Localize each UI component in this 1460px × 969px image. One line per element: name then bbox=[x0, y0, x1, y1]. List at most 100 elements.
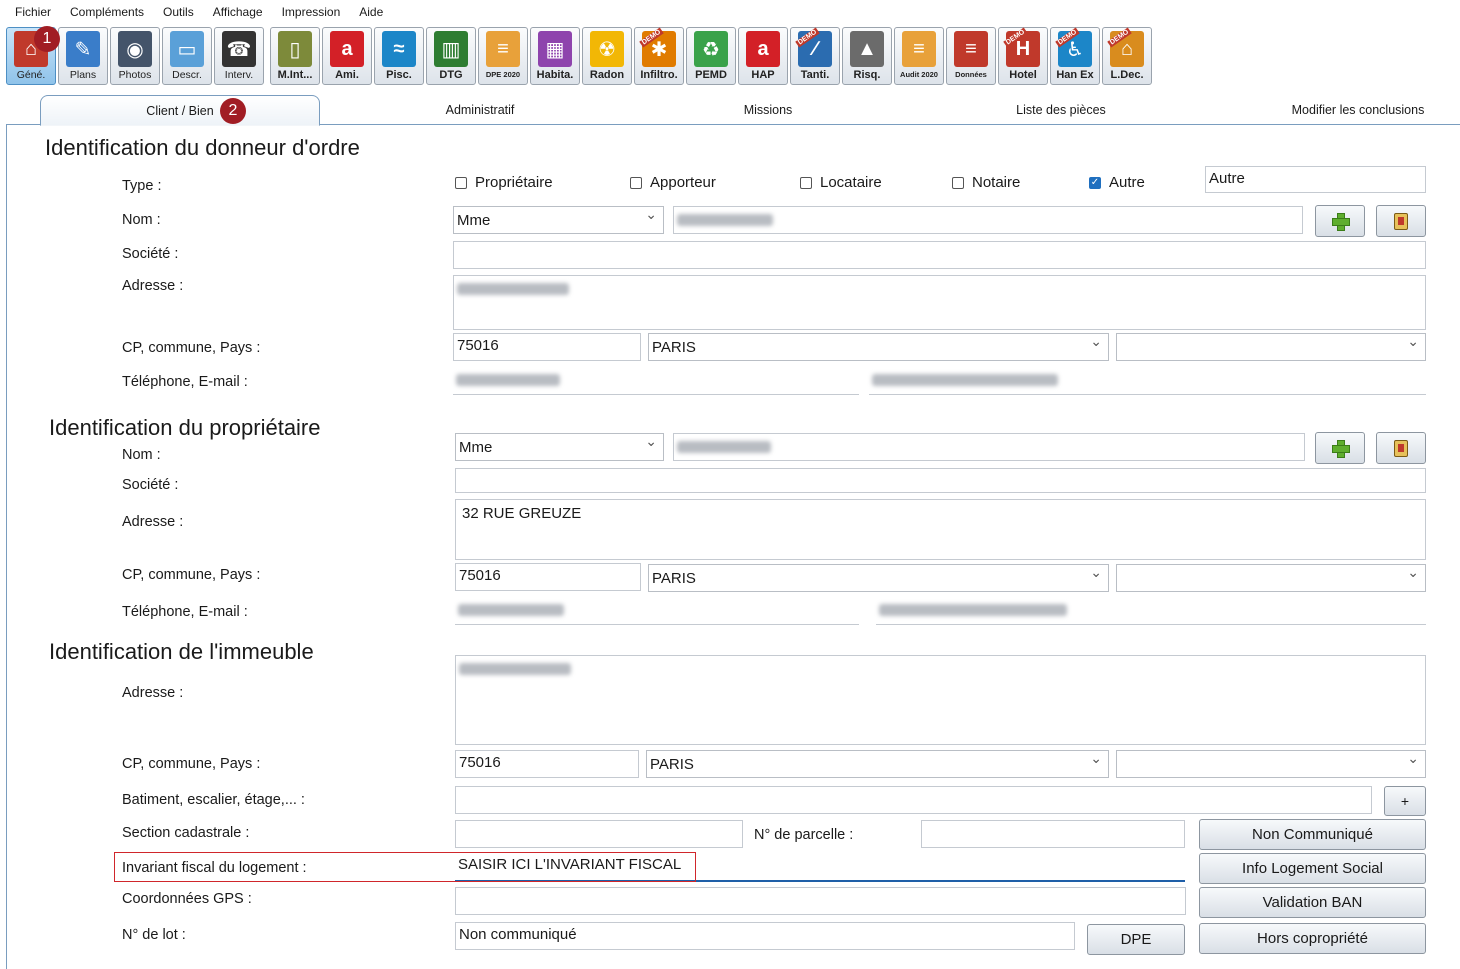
toolbar-button-plans[interactable]: ✎ Plans bbox=[58, 27, 108, 85]
section-cadastrale-input[interactable] bbox=[455, 820, 743, 848]
section-title-donneur: Identification du donneur d'ordre bbox=[45, 135, 360, 160]
toolbar-button-label: DTG bbox=[439, 69, 463, 81]
toolbar-button-pisc[interactable]: ≈ Pisc. bbox=[374, 27, 424, 85]
nom-input[interactable] bbox=[673, 206, 1303, 234]
toolbar-button-risq[interactable]: ▲ Risq. bbox=[842, 27, 892, 85]
toolbar-button-pemd[interactable]: ♻ PEMD bbox=[686, 27, 736, 85]
parcelle-input[interactable] bbox=[921, 820, 1185, 848]
toolbar-button-habita[interactable]: ▦ Habita. bbox=[530, 27, 580, 85]
commune-select[interactable]: PARIS bbox=[648, 333, 1109, 361]
gps-input[interactable] bbox=[455, 887, 1186, 915]
nom-label: Nom : bbox=[122, 447, 161, 463]
telephone-input[interactable] bbox=[455, 597, 859, 625]
calculator-icon: ▦ bbox=[538, 31, 572, 67]
checkbox-locataire[interactable]: Locataire bbox=[800, 174, 882, 191]
lot-input[interactable]: Non communiqué bbox=[455, 922, 1075, 950]
commune-select[interactable]: PARIS bbox=[646, 750, 1109, 778]
info-logement-social-button[interactable]: Info Logement Social bbox=[1199, 853, 1426, 884]
cp-label: CP, commune, Pays : bbox=[122, 340, 261, 356]
toolbar-button-infiltro[interactable]: DEMO ✱ Infiltro. bbox=[634, 27, 684, 85]
societe-input[interactable] bbox=[455, 468, 1426, 493]
asbestos-icon: a bbox=[330, 31, 364, 67]
add-batiment-button[interactable]: + bbox=[1384, 786, 1426, 816]
redacted-text bbox=[457, 283, 569, 295]
adresse-textarea[interactable] bbox=[455, 655, 1426, 745]
email-input[interactable] bbox=[869, 367, 1426, 395]
toolbar-button-dpe-2020[interactable]: ≡ DPE 2020 bbox=[478, 27, 528, 85]
address-book-button[interactable] bbox=[1376, 205, 1426, 237]
add-contact-button[interactable] bbox=[1315, 205, 1365, 237]
menu-complements[interactable]: Compléments bbox=[63, 5, 151, 19]
pays-select[interactable] bbox=[1116, 333, 1426, 361]
toolbar-button-hotel[interactable]: DEMO H Hotel bbox=[998, 27, 1048, 85]
checkbox-autre[interactable]: ✓ Autre bbox=[1089, 174, 1145, 191]
toolbar-button-audit-2020[interactable]: ≡ Audit 2020 bbox=[894, 27, 944, 85]
menu-aide[interactable]: Aide bbox=[352, 5, 390, 19]
plan-icon: ✎ bbox=[66, 31, 100, 67]
hors-copropriete-button[interactable]: Hors copropriété bbox=[1199, 923, 1426, 954]
toolbar-button-l-dec[interactable]: DEMO ⌂ L.Dec. bbox=[1102, 27, 1152, 85]
email-input[interactable] bbox=[876, 597, 1426, 625]
non-communique-button[interactable]: Non Communiqué bbox=[1199, 819, 1426, 850]
redacted-text bbox=[879, 604, 1067, 616]
toolbar-button-label: M.Int... bbox=[277, 69, 313, 81]
adresse-textarea[interactable] bbox=[453, 275, 1426, 330]
menu-impression[interactable]: Impression bbox=[275, 5, 348, 19]
autre-input[interactable]: Autre bbox=[1205, 166, 1426, 193]
toolbar-button-donn-es[interactable]: ≡ Données bbox=[946, 27, 996, 85]
toolbar-button-ami[interactable]: a Ami. bbox=[322, 27, 372, 85]
checkbox-apporteur[interactable]: Apporteur bbox=[630, 174, 716, 191]
civilite-select[interactable]: Mme bbox=[455, 433, 664, 461]
checkbox-box bbox=[455, 176, 467, 189]
menu-bar: Fichier Compléments Outils Affichage Imp… bbox=[0, 0, 1460, 24]
toolbar-button-hap[interactable]: a HAP bbox=[738, 27, 788, 85]
tab-modifier-conclusions[interactable]: Modifier les conclusions bbox=[1276, 95, 1440, 125]
checkbox-apporteur-label: Apporteur bbox=[650, 174, 716, 191]
validation-ban-button[interactable]: Validation BAN bbox=[1199, 887, 1426, 918]
tab-administratif[interactable]: Administratif bbox=[410, 95, 550, 125]
address-book-button[interactable] bbox=[1376, 432, 1426, 464]
pays-select[interactable] bbox=[1116, 750, 1426, 778]
telephone-input[interactable] bbox=[453, 367, 859, 395]
checkbox-proprietaire-label: Propriétaire bbox=[475, 174, 553, 191]
cp-input[interactable]: 75016 bbox=[455, 563, 641, 591]
toolbar-button-m-int[interactable]: ▯ M.Int... bbox=[270, 27, 320, 85]
adresse-label: Adresse : bbox=[122, 278, 184, 294]
toolbar-button-photos[interactable]: ◉ Photos bbox=[110, 27, 160, 85]
toolbar-button-interv[interactable]: ☎ Interv. bbox=[214, 27, 264, 85]
tab-liste-pieces[interactable]: Liste des pièces bbox=[996, 95, 1126, 125]
batiment-input[interactable] bbox=[455, 786, 1372, 814]
checkbox-proprietaire[interactable]: Propriétaire bbox=[455, 174, 553, 191]
toolbar-button-label: Habita. bbox=[536, 69, 574, 81]
gps-label: Coordonnées GPS : bbox=[122, 891, 252, 907]
dpe-button[interactable]: DPE bbox=[1087, 924, 1185, 955]
toolbar-button-tanti[interactable]: DEMO ∕ Tanti. bbox=[790, 27, 840, 85]
adresse-textarea[interactable]: 32 RUE GREUZE bbox=[455, 499, 1426, 560]
redacted-text bbox=[677, 214, 773, 226]
toolbar-button-han-ex[interactable]: DEMO ♿ Han Ex bbox=[1050, 27, 1100, 85]
add-contact-button[interactable] bbox=[1315, 432, 1365, 464]
menu-fichier[interactable]: Fichier bbox=[8, 5, 58, 19]
nom-input[interactable] bbox=[673, 433, 1305, 461]
tab-missions[interactable]: Missions bbox=[706, 95, 830, 125]
societe-input[interactable] bbox=[453, 241, 1426, 269]
cp-input[interactable]: 75016 bbox=[453, 333, 641, 361]
cp-label: CP, commune, Pays : bbox=[122, 567, 261, 583]
toolbar-button-descr[interactable]: ▭ Descr. bbox=[162, 27, 212, 85]
toolbar-button-dtg[interactable]: ▥ DTG bbox=[426, 27, 476, 85]
menu-outils[interactable]: Outils bbox=[156, 5, 201, 19]
commune-select[interactable]: PARIS bbox=[648, 564, 1109, 592]
toolbar-button-radon[interactable]: ☢ Radon bbox=[582, 27, 632, 85]
tab-client-bien-label: Client / Bien bbox=[146, 103, 214, 118]
menu-affichage[interactable]: Affichage bbox=[206, 5, 270, 19]
checkbox-notaire[interactable]: Notaire bbox=[952, 174, 1020, 191]
pays-select[interactable] bbox=[1116, 564, 1426, 592]
toolbar-button-label: Données bbox=[955, 70, 987, 79]
cp-input[interactable]: 75016 bbox=[455, 750, 639, 778]
toolbar-button-label: Géné. bbox=[16, 69, 46, 81]
description-icon: ▭ bbox=[170, 31, 204, 67]
tab-client-bien[interactable]: Client / Bien bbox=[40, 95, 320, 126]
civilite-select[interactable]: Mme bbox=[453, 206, 664, 234]
building-icon: ▥ bbox=[434, 31, 468, 67]
toolbar-button-label: PEMD bbox=[695, 69, 727, 81]
